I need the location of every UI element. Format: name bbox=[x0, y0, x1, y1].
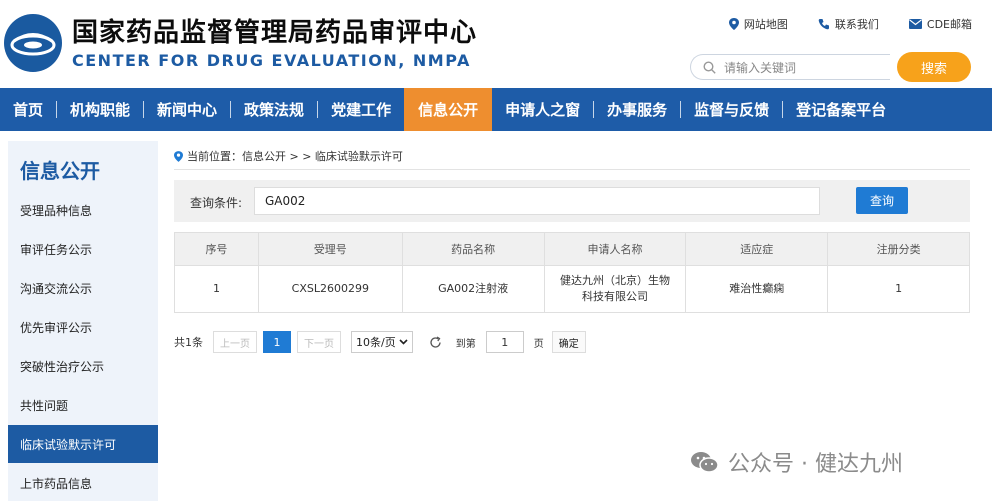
cell-applicant: 健达九州（北京）生物科技有限公司 bbox=[543, 265, 687, 313]
search-placeholder: 请输入关键词 bbox=[724, 60, 797, 75]
sidebar-item-review-tasks[interactable]: 审评任务公示 bbox=[8, 230, 158, 268]
mail-label: CDE邮箱 bbox=[926, 18, 972, 31]
goto-label: 到第 bbox=[455, 338, 476, 350]
nav-item-services[interactable]: 办事服务 bbox=[594, 88, 680, 131]
sidebar-item-marketed-drugs[interactable]: 上市药品信息 bbox=[8, 464, 158, 502]
wechat-watermark: 公众号 · 健达九州 bbox=[690, 446, 903, 478]
goto-confirm-button[interactable]: 确定 bbox=[551, 331, 586, 353]
query-bar: 查询条件: GA002 查询 bbox=[174, 180, 970, 222]
nav-item-home[interactable]: 首页 bbox=[0, 88, 56, 131]
goto-page-input[interactable]: 1 bbox=[485, 331, 524, 353]
site-title-en: CENTER FOR DRUG EVALUATION, NMPA bbox=[72, 51, 471, 70]
cde-logo[interactable] bbox=[4, 14, 62, 72]
search-button[interactable]: 搜索 bbox=[897, 52, 971, 82]
cell-drug-name: GA002注射液 bbox=[401, 265, 545, 313]
query-input[interactable]: GA002 bbox=[254, 187, 820, 215]
refresh-icon[interactable] bbox=[429, 335, 442, 349]
wechat-icon bbox=[691, 452, 719, 473]
nav-item-feedback[interactable]: 监督与反馈 bbox=[681, 88, 782, 131]
nav-item-registration[interactable]: 登记备案平台 bbox=[783, 88, 899, 131]
site-header: 国家药品监督管理局药品审评中心 CENTER FOR DRUG EVALUATI… bbox=[0, 0, 992, 88]
query-label: 查询条件: bbox=[190, 196, 243, 210]
sidebar-item-common-issues[interactable]: 共性问题 bbox=[8, 386, 158, 424]
query-button[interactable]: 查询 bbox=[856, 187, 908, 214]
site-title-cn: 国家药品监督管理局药品审评中心 bbox=[72, 18, 478, 48]
search-input[interactable]: 请输入关键词 bbox=[690, 54, 890, 80]
column-header: 注册分类 bbox=[827, 232, 970, 266]
sitemap-label: 网站地图 bbox=[743, 18, 788, 31]
sidebar-item-breakthrough[interactable]: 突破性治疗公示 bbox=[8, 347, 158, 385]
cell-category: 1 bbox=[827, 265, 970, 313]
current-page[interactable]: 1 bbox=[263, 331, 291, 353]
contact-label: 联系我们 bbox=[834, 18, 879, 31]
column-header: 适应症 bbox=[685, 232, 829, 266]
nav-item-functions[interactable]: 机构职能 bbox=[57, 88, 143, 131]
phone-icon bbox=[818, 19, 829, 30]
location-pin-icon bbox=[174, 150, 183, 162]
table-row[interactable]: 1 CXSL2600299 GA002注射液 健达九州（北京）生物科技有限公司 … bbox=[174, 265, 970, 313]
table-header-row: 序号 受理号 药品名称 申请人名称 适应症 注册分类 bbox=[174, 232, 970, 266]
watermark-text: 公众号 · 健达九州 bbox=[728, 452, 903, 477]
search-icon bbox=[703, 60, 716, 74]
nav-item-applicant[interactable]: 申请人之窗 bbox=[492, 88, 593, 131]
breadcrumb-text: 当前位置：信息公开 > > 临床试验默示许可 bbox=[187, 150, 403, 163]
results-table: 序号 受理号 药品名称 申请人名称 适应症 注册分类 1 CXSL2600299… bbox=[174, 232, 970, 313]
breadcrumb: 当前位置：信息公开 > > 临床试验默示许可 bbox=[174, 148, 403, 164]
nav-item-party[interactable]: 党建工作 bbox=[318, 88, 404, 131]
mail-icon bbox=[908, 19, 922, 29]
location-pin-icon bbox=[728, 18, 739, 30]
sitemap-link[interactable]: 网站地图 bbox=[728, 16, 788, 32]
nav-item-news[interactable]: 新闻中心 bbox=[144, 88, 230, 131]
prev-page-button[interactable]: 上一页 bbox=[213, 331, 257, 353]
cell-acceptance-no: CXSL2600299 bbox=[257, 265, 403, 313]
nav-item-disclosure[interactable]: 信息公开 bbox=[404, 88, 493, 131]
sidebar-item-communication[interactable]: 沟通交流公示 bbox=[8, 269, 158, 307]
page-size-value: 10条/页 bbox=[356, 336, 396, 349]
page-unit-label: 页 bbox=[533, 338, 544, 350]
sidebar: 信息公开 受理品种信息 审评任务公示 沟通交流公示 优先审评公示 突破性治疗公示… bbox=[8, 141, 158, 501]
pagination: 共1条 上一页 1 下一页 10条/页 到第 1 页 确定 bbox=[174, 330, 586, 354]
page-size-select[interactable]: 10条/页 bbox=[351, 331, 413, 353]
contact-link[interactable]: 联系我们 bbox=[818, 16, 879, 32]
total-count: 共1条 bbox=[174, 336, 203, 349]
next-page-button[interactable]: 下一页 bbox=[297, 331, 341, 353]
breadcrumb-divider bbox=[174, 169, 970, 170]
top-links: 网站地图 联系我们 CDE邮箱 bbox=[728, 16, 972, 32]
main-nav: 首页 机构职能 新闻中心 政策法规 党建工作 信息公开 申请人之窗 办事服务 监… bbox=[0, 88, 992, 131]
nav-item-policies[interactable]: 政策法规 bbox=[231, 88, 317, 131]
column-header: 受理号 bbox=[257, 232, 403, 266]
cell-index: 1 bbox=[174, 265, 259, 313]
sidebar-title: 信息公开 bbox=[20, 159, 100, 183]
sidebar-item-priority[interactable]: 优先审评公示 bbox=[8, 308, 158, 346]
sidebar-item-clinical-trial[interactable]: 临床试验默示许可 bbox=[8, 425, 158, 463]
chevron-down-icon bbox=[399, 339, 408, 345]
mail-link[interactable]: CDE邮箱 bbox=[908, 16, 972, 32]
column-header: 申请人名称 bbox=[543, 232, 687, 266]
sidebar-item-accepted[interactable]: 受理品种信息 bbox=[8, 191, 158, 229]
column-header: 药品名称 bbox=[401, 232, 545, 266]
cell-indication: 难治性癫痫 bbox=[685, 265, 829, 313]
column-header: 序号 bbox=[174, 232, 259, 266]
